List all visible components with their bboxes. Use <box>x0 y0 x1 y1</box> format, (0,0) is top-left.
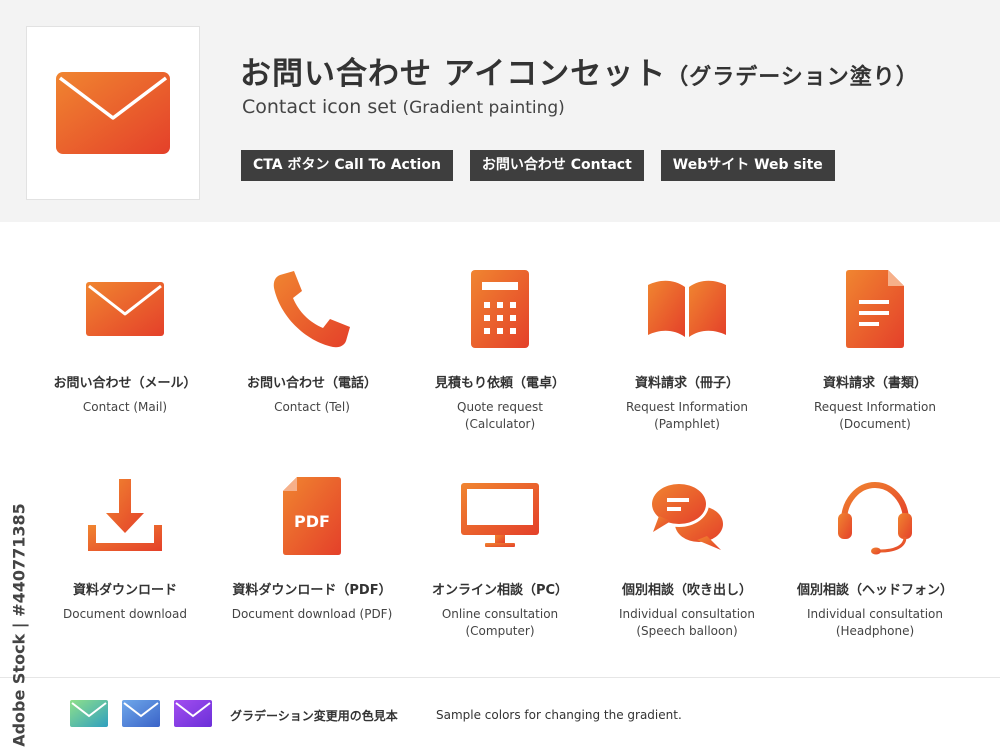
icon-cell-monitor: オンライン相談（PC） Online consultation (Compute… <box>405 471 595 640</box>
icon-label-ja: お問い合わせ（電話） <box>246 376 377 391</box>
title-en-sub: (Gradient painting) <box>402 98 565 118</box>
icon-cell-pamphlet: 資料請求（冊子） Request Information (Pamphlet) <box>592 264 782 433</box>
speech-balloon-icon <box>649 481 723 550</box>
icon-label-en: Contact (Tel) <box>274 400 350 414</box>
calculator-icon <box>471 270 529 348</box>
download-icon <box>88 479 162 551</box>
icon-label-en: Online consultation (Computer) <box>441 607 559 638</box>
mail-icon <box>56 72 170 154</box>
document-icon <box>846 270 904 348</box>
title-ja-sub: （グラデーション塗り） <box>666 65 919 90</box>
tag-website: Webサイト Web site <box>660 150 835 181</box>
icon-label-ja: 資料ダウンロード（PDF） <box>232 583 392 598</box>
icon-label-ja: 見積もり依頼（電卓） <box>434 376 565 391</box>
phone-icon <box>273 271 350 348</box>
title-ja-main: お問い合わせ アイコンセット <box>240 56 667 92</box>
icon-cell-pdf: PDF 資料ダウンロード（PDF） Document download (PDF… <box>217 471 407 623</box>
icon-cell-document: 資料請求（書類） Request Information (Document) <box>780 264 970 433</box>
mail-icon <box>86 282 164 336</box>
title-en-main: Contact icon set <box>242 96 397 118</box>
monitor-icon <box>461 483 539 547</box>
icon-cell-phone: お問い合わせ（電話） Contact (Tel) <box>217 264 407 416</box>
mail-icon <box>174 700 212 727</box>
icon-cell-calculator: 見積もり依頼（電卓） Quote request (Calculator) <box>405 264 595 433</box>
icon-label-ja: 資料ダウンロード <box>72 583 177 598</box>
color-swatches <box>70 700 212 727</box>
icon-label-en: Request Information (Document) <box>813 400 937 431</box>
icon-cell-download: 資料ダウンロード Document download <box>30 471 220 623</box>
icon-label-en: Request Information (Pamphlet) <box>625 400 749 431</box>
pamphlet-icon <box>648 280 726 337</box>
icon-cell-speech-balloon: 個別相談（吹き出し） Individual consultation (Spee… <box>592 471 782 640</box>
mail-icon <box>70 700 108 727</box>
pdf-icon: PDF <box>283 477 341 555</box>
mail-icon <box>122 700 160 727</box>
icon-label-ja: 個別相談（吹き出し） <box>621 583 752 598</box>
icon-cell-headphone: 個別相談（ヘッドフォン） Individual consultation (He… <box>780 471 970 640</box>
icon-label-ja: 資料請求（冊子） <box>634 376 739 391</box>
watermark-text: Adobe Stock | #440771385 <box>9 503 29 747</box>
hero-icon-box <box>26 26 200 200</box>
sample-colors-label-en: Sample colors for changing the gradient. <box>436 708 682 722</box>
icon-label-ja: オンライン相談（PC） <box>431 583 569 598</box>
watermark: Adobe Stock | #440771385 <box>4 503 34 747</box>
page-subtitle: Contact icon set (Gradient painting) <box>242 96 565 118</box>
icon-label-en: Individual consultation (Headphone) <box>806 607 944 638</box>
icon-label-en: Contact (Mail) <box>82 400 168 414</box>
page-title: お問い合わせ アイコンセット（グラデーション塗り） <box>240 48 919 93</box>
header-banner: お問い合わせ アイコンセット（グラデーション塗り） Contact icon s… <box>0 0 1000 222</box>
footer-divider <box>0 677 1000 678</box>
icon-label-en: Individual consultation (Speech balloon) <box>618 607 756 638</box>
pdf-label: PDF <box>294 512 330 531</box>
icon-label-ja: お問い合わせ（メール） <box>53 376 197 391</box>
tag-cta: CTA ボタン Call To Action <box>241 150 453 181</box>
icon-label-en: Document download <box>62 607 187 621</box>
icon-label-en: Document download (PDF) <box>231 607 393 621</box>
icon-label-en: Quote request (Calculator) <box>457 400 543 431</box>
icon-label-ja: 資料請求（書類） <box>822 376 927 391</box>
tag-list: CTA ボタン Call To Action お問い合わせ Contact We… <box>241 150 835 181</box>
icon-cell-mail: お問い合わせ（メール） Contact (Mail) <box>30 264 220 416</box>
tag-contact: お問い合わせ Contact <box>469 150 644 181</box>
sample-colors-label-ja: グラデーション変更用の色見本 <box>230 709 398 723</box>
headphone-icon <box>838 481 912 555</box>
icon-label-ja: 個別相談（ヘッドフォン） <box>796 583 953 598</box>
